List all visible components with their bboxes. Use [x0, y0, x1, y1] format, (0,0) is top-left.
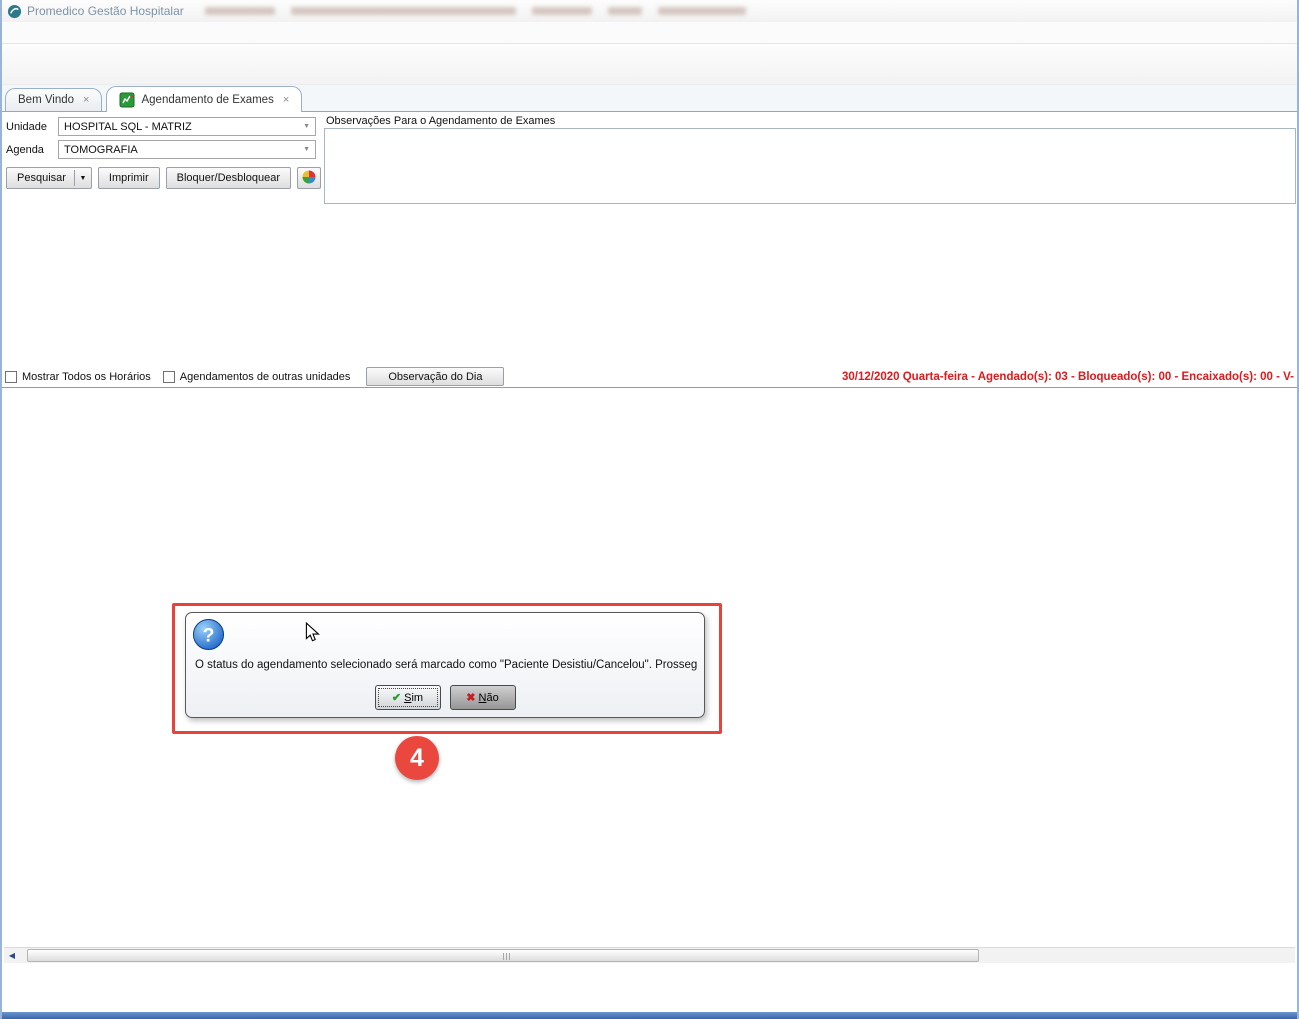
agenda-select[interactable]: TOMOGRAFIA ▼: [58, 140, 316, 159]
dialog-message: O status do agendamento selecionado será…: [195, 659, 698, 671]
chevron-down-icon: ▼: [303, 123, 310, 130]
close-icon[interactable]: ×: [283, 94, 289, 106]
pie-chart-icon: [301, 169, 317, 188]
day-options-bar: Mostrar Todos os Horários Agendamentos d…: [2, 366, 1297, 387]
tab-label: Bem Vindo: [18, 94, 74, 106]
scroll-left-icon[interactable]: ◀: [4, 949, 20, 962]
sim-button[interactable]: ✔ Sim: [375, 685, 441, 710]
tab-label: Agendamento de Exames: [141, 94, 273, 106]
tab-bem-vindo[interactable]: Bem Vindo ×: [5, 88, 102, 111]
day-status-summary: 30/12/2020 Quarta-feira - Agendado(s): 0…: [842, 371, 1294, 383]
unidade-label: Unidade: [6, 121, 58, 133]
mouse-cursor: [305, 622, 321, 647]
observacoes-textarea[interactable]: [324, 128, 1296, 204]
chevron-down-icon: ▼: [303, 146, 310, 153]
window-bottom-border: [2, 1012, 1297, 1019]
horizontal-scrollbar[interactable]: ◀: [4, 947, 1295, 963]
mostrar-horarios-checkbox[interactable]: [5, 371, 17, 383]
tab-strip: Bem Vindo × Agendamento de Exames ×: [2, 85, 1297, 112]
svg-text:?: ?: [203, 624, 215, 646]
toolbar: [2, 44, 1297, 85]
title-bar: Promedico Gestão Hospitalar: [2, 0, 1297, 22]
confirm-dialog: ? O status do agendamento selecionado se…: [185, 612, 705, 718]
calendar-panel: [2, 206, 1297, 366]
outras-unidades-checkbox[interactable]: [163, 371, 175, 383]
agenda-value: TOMOGRAFIA: [64, 144, 138, 156]
annotation-step-badge: 4: [395, 736, 439, 780]
chevron-down-icon[interactable]: ▼: [75, 175, 91, 182]
appointments-grid: [2, 387, 1297, 388]
window-title: Promedico Gestão Hospitalar: [27, 4, 184, 18]
bloquear-desbloquear-button[interactable]: Bloquer/Desbloquear: [166, 167, 291, 189]
x-icon: ✖: [466, 691, 475, 704]
agenda-icon: [119, 92, 135, 108]
app-window: Promedico Gestão Hospitalar Bem Vindo × …: [0, 0, 1299, 1019]
app-logo-icon: [7, 4, 22, 19]
color-legend-button[interactable]: [297, 167, 321, 189]
outras-unidades-label: Agendamentos de outras unidades: [180, 371, 351, 383]
nao-button[interactable]: ✖ Não: [450, 685, 516, 710]
unidade-value: HOSPITAL SQL - MATRIZ: [64, 121, 192, 133]
close-icon[interactable]: ×: [83, 94, 89, 106]
observacao-dia-button[interactable]: Observação do Dia: [366, 367, 504, 386]
filter-area: Unidade HOSPITAL SQL - MATRIZ ▼ Agenda T…: [2, 112, 1297, 204]
unidade-select[interactable]: HOSPITAL SQL - MATRIZ ▼: [58, 117, 316, 136]
menu-bar: [2, 22, 1297, 44]
check-icon: ✔: [392, 691, 401, 704]
observacoes-label: Observações Para o Agendamento de Exames: [324, 115, 1296, 128]
pesquisar-button[interactable]: Pesquisar ▼: [6, 167, 92, 189]
tab-agendamento-exames[interactable]: Agendamento de Exames ×: [106, 86, 302, 112]
redacted-title-info: [189, 5, 746, 17]
agenda-label: Agenda: [6, 144, 58, 156]
scrollbar-thumb[interactable]: [27, 949, 979, 962]
imprimir-button[interactable]: Imprimir: [98, 167, 160, 189]
mostrar-horarios-label: Mostrar Todos os Horários: [22, 371, 151, 383]
question-icon: ?: [192, 618, 225, 651]
